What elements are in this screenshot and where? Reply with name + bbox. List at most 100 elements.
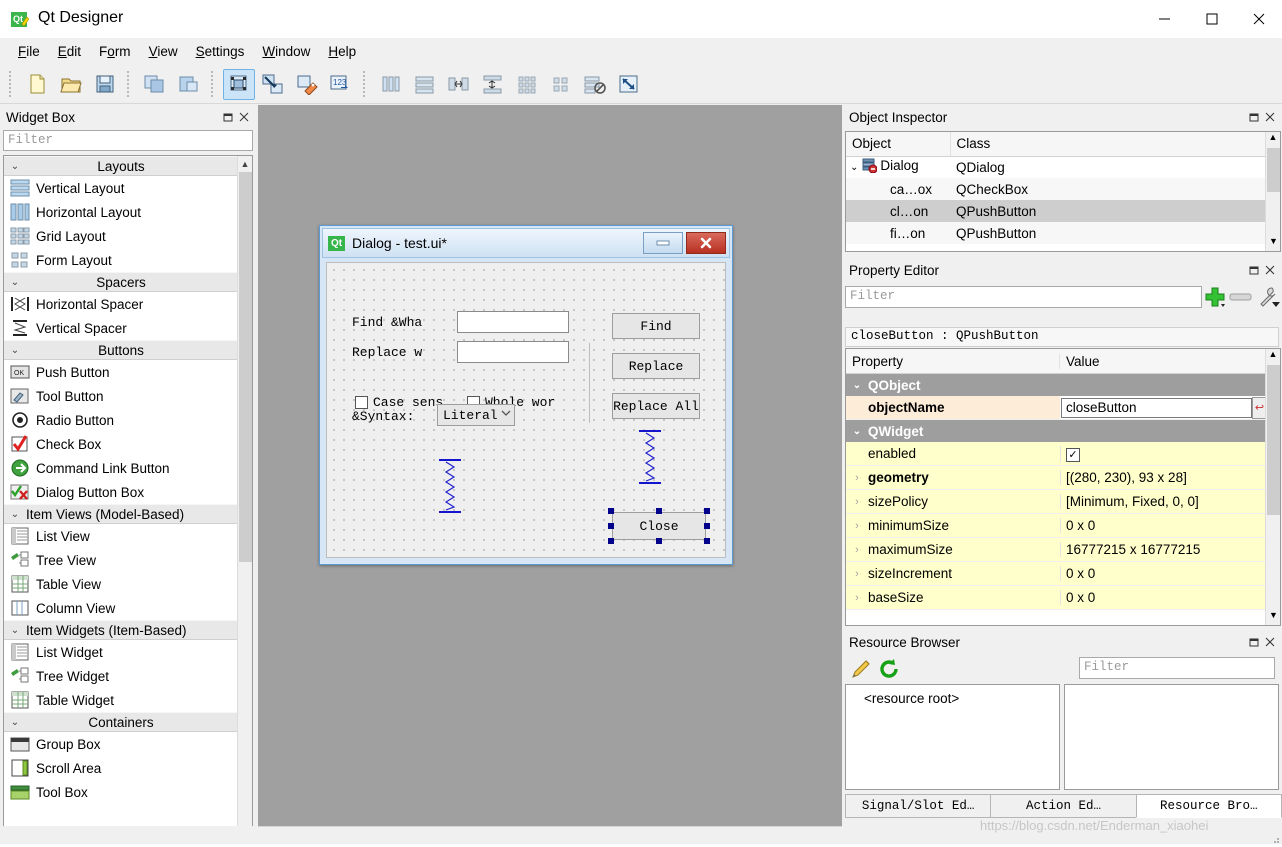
property-value[interactable]: ✓ (1060, 445, 1267, 462)
chevron-down-icon[interactable]: ⌄ (850, 162, 858, 173)
edit-tab-order-icon[interactable]: 123 (325, 69, 357, 100)
bottom-tab-action-ed-[interactable]: Action Ed… (990, 794, 1137, 818)
chevron-right-icon[interactable]: › (846, 568, 868, 580)
vertical-spacer-center[interactable] (437, 458, 463, 517)
widget-category-header[interactable]: ⌄ Spacers (4, 272, 238, 292)
widget-item-check-box[interactable]: Check Box (4, 432, 238, 456)
toolbar-handle[interactable] (9, 71, 15, 97)
widget-item-command-link-button[interactable]: Command Link Button (4, 456, 238, 480)
chevron-right-icon[interactable]: › (846, 592, 868, 604)
column-header-property[interactable]: Property (846, 353, 1060, 369)
widget-category-header[interactable]: ⌄ Containers (4, 712, 238, 732)
float-icon[interactable] (220, 108, 236, 126)
column-header-object[interactable]: Object (846, 132, 951, 157)
widget-item-tool-box[interactable]: Tool Box (4, 780, 238, 804)
resize-grip[interactable] (1270, 832, 1280, 843)
widget-item-form-layout[interactable]: Form Layout (4, 248, 238, 272)
form-close-button[interactable] (686, 232, 726, 254)
undo-icon[interactable] (139, 69, 171, 100)
widget-item-column-view[interactable]: Column View (4, 596, 238, 620)
chevron-right-icon[interactable]: › (846, 496, 868, 508)
checkbox-indicator[interactable]: ✓ (1066, 447, 1080, 462)
float-icon[interactable] (1246, 108, 1262, 126)
chevron-down-icon[interactable]: ⌄ (846, 426, 868, 437)
property-row[interactable]: › sizeIncrement 0 x 0 (846, 562, 1267, 586)
property-value[interactable]: 0 x 0 (1060, 566, 1267, 581)
property-row[interactable]: › sizePolicy [Minimum, Fixed, 0, 0] (846, 490, 1267, 514)
column-header-class[interactable]: Class (950, 132, 1267, 157)
resource-tree[interactable]: <resource root> (845, 684, 1060, 790)
table-row[interactable]: ⌄ Dialog QDialog (846, 156, 1267, 178)
resource-preview[interactable] (1064, 684, 1279, 790)
menu-help[interactable]: Help (319, 41, 365, 62)
property-row[interactable]: › baseSize 0 x 0 (846, 586, 1267, 610)
menu-form[interactable]: Form (90, 41, 140, 62)
close-icon[interactable] (1262, 633, 1278, 651)
close-button[interactable] (1235, 0, 1282, 38)
widget-item-list-widget[interactable]: List Widget (4, 640, 238, 664)
property-value[interactable]: 0 x 0 (1060, 518, 1267, 533)
layout-vertically-icon[interactable] (409, 69, 441, 100)
replace-all-button[interactable]: Replace All (612, 393, 700, 419)
widget-item-list-view[interactable]: List View (4, 524, 238, 548)
object-inspector-tree[interactable]: Object Class ⌄ Dialog QDialog ca…ox QCheckBo… (845, 131, 1281, 252)
replace-with-input[interactable] (457, 341, 569, 363)
property-value[interactable]: [(280, 230), 93 x 28] (1060, 470, 1267, 485)
scroll-up-icon[interactable]: ▲ (238, 156, 252, 171)
form-minimize-button[interactable] (643, 232, 683, 254)
object-inspector-scrollbar[interactable]: ▲ ▼ (1265, 132, 1280, 251)
bottom-tab-resource-bro-[interactable]: Resource Bro… (1135, 794, 1282, 818)
edit-signals-slots-icon[interactable] (257, 69, 289, 100)
float-icon[interactable] (1246, 633, 1262, 651)
widget-item-vertical-layout[interactable]: Vertical Layout (4, 176, 238, 200)
table-row[interactable]: fi…on QPushButton (846, 222, 1267, 244)
widget-item-horizontal-layout[interactable]: Horizontal Layout (4, 200, 238, 224)
scroll-up-icon[interactable]: ▲ (1266, 349, 1280, 364)
widget-item-horizontal-spacer[interactable]: Horizontal Spacer (4, 292, 238, 316)
maximize-button[interactable] (1188, 0, 1235, 38)
widget-box-filter-input[interactable]: Filter (3, 130, 253, 151)
scroll-thumb[interactable] (1267, 365, 1280, 515)
find-what-input[interactable] (457, 311, 569, 333)
widget-item-group-box[interactable]: Group Box (4, 732, 238, 756)
layout-horizontally-icon[interactable] (375, 69, 407, 100)
layout-grid-icon[interactable] (511, 69, 543, 100)
widget-item-table-widget[interactable]: Table Widget (4, 688, 238, 712)
syntax-combobox[interactable]: Literal (437, 404, 515, 426)
chevron-right-icon[interactable]: › (846, 520, 868, 532)
property-filter-input[interactable]: Filter (845, 286, 1202, 308)
property-value-input[interactable]: closeButton (1061, 397, 1252, 418)
replace-button[interactable]: Replace (612, 353, 700, 379)
layout-form-icon[interactable] (545, 69, 577, 100)
configure-property-editor-icon[interactable] (1254, 285, 1280, 309)
bottom-tab-signal-slot-ed-[interactable]: Signal/Slot Ed… (845, 794, 992, 818)
menu-file[interactable]: File (9, 41, 49, 62)
table-row[interactable]: cl…on QPushButton (846, 200, 1267, 222)
edit-buddies-icon[interactable] (291, 69, 323, 100)
widget-item-table-view[interactable]: Table View (4, 572, 238, 596)
widget-box-scrollbar[interactable]: ▲ ▼ (237, 156, 252, 841)
property-value[interactable]: 16777215 x 16777215 (1060, 542, 1267, 557)
scroll-thumb[interactable] (1267, 148, 1280, 192)
form-window[interactable]: Qt Dialog - test.ui* Find &Wha Replace w… (319, 225, 733, 565)
form-title-bar[interactable]: Qt Dialog - test.ui* (322, 228, 730, 258)
widget-item-scroll-area[interactable]: Scroll Area (4, 756, 238, 780)
property-editor-table[interactable]: Property Value ⌄ QObject objectName closeBu… (845, 348, 1281, 626)
layout-splitter-horizontal-icon[interactable] (443, 69, 475, 100)
close-icon[interactable] (236, 108, 252, 126)
menu-edit[interactable]: Edit (49, 41, 90, 62)
resource-root-item[interactable]: <resource root> (864, 691, 959, 706)
minimize-button[interactable] (1141, 0, 1188, 38)
scroll-up-icon[interactable]: ▲ (1266, 132, 1280, 147)
vertical-spacer-right[interactable] (637, 429, 663, 488)
layout-splitter-vertical-icon[interactable] (477, 69, 509, 100)
close-icon[interactable] (1262, 261, 1278, 279)
new-form-icon[interactable] (21, 69, 53, 100)
table-row[interactable]: ca…ox QCheckBox (846, 178, 1267, 200)
scroll-thumb[interactable] (239, 172, 252, 562)
property-group-header[interactable]: ⌄ QWidget (846, 420, 1267, 442)
widget-category-header[interactable]: ⌄ Item Views (Model-Based) (4, 504, 238, 524)
break-layout-icon[interactable] (579, 69, 611, 100)
menu-view[interactable]: View (140, 41, 187, 62)
property-editor-scrollbar[interactable]: ▲ ▼ (1265, 349, 1280, 625)
